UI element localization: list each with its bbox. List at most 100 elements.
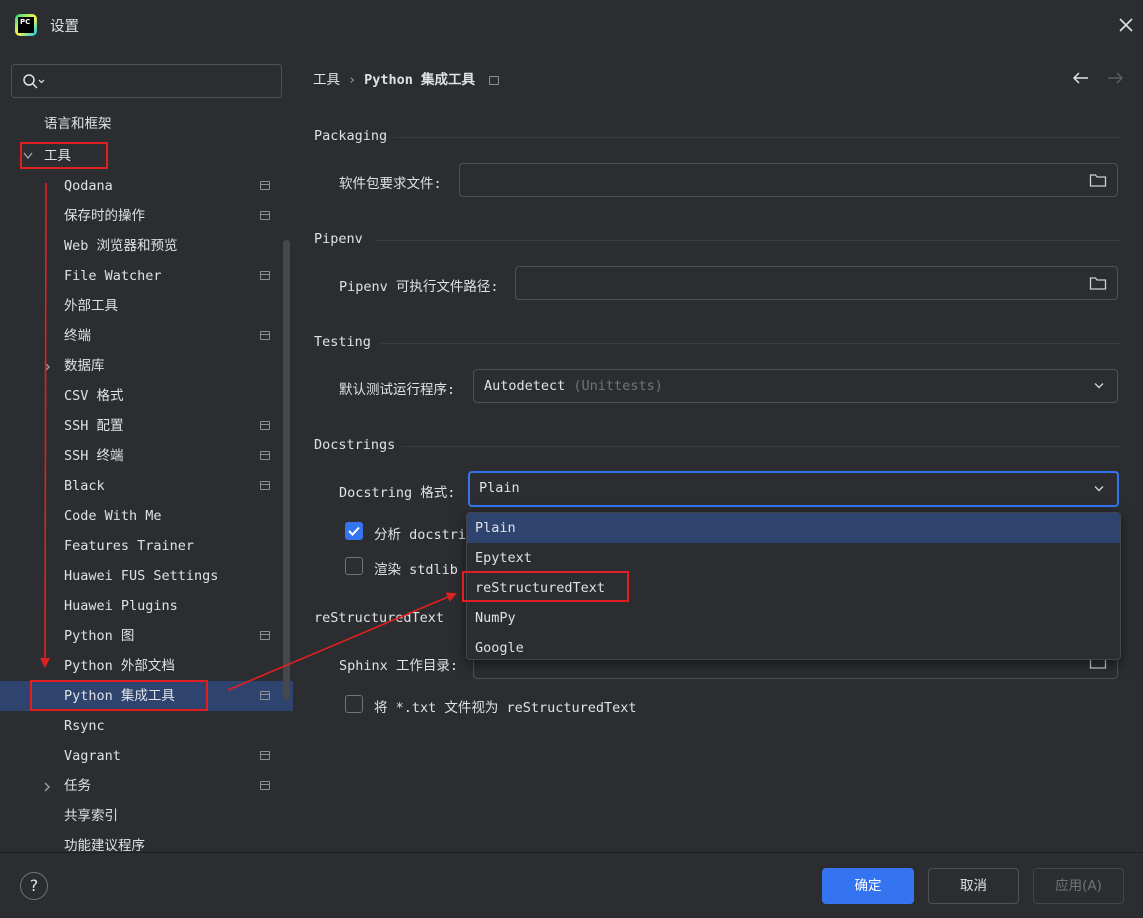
sidebar-item-external-tools[interactable]: 外部工具 (0, 291, 293, 321)
breadcrumb-current: Python 集成工具 (364, 72, 476, 88)
project-level-icon (260, 211, 270, 220)
sidebar-item-label: Huawei Plugins (64, 598, 178, 614)
sidebar-item-qodana[interactable]: Qodana (0, 171, 293, 201)
test-runner-value: Autodetect (484, 378, 566, 394)
sidebar-item-python-diagrams[interactable]: Python 图 (0, 621, 293, 651)
dropdown-option-numpy[interactable]: NumPy (467, 603, 1120, 633)
sidebar-item-database[interactable]: 数据库 (0, 351, 293, 381)
section-divider (376, 240, 1121, 241)
treat-txt-checkbox[interactable] (345, 695, 363, 713)
project-level-icon (260, 421, 270, 430)
section-docstrings: Docstrings (314, 437, 396, 453)
docstring-format-dropdown: Plain Epytext reStructuredText NumPy Goo… (466, 512, 1121, 660)
dropdown-option-restructuredtext[interactable]: reStructuredText (467, 573, 1120, 603)
chevron-down-icon (1094, 486, 1104, 492)
requirements-file-input[interactable] (459, 163, 1118, 197)
sidebar-item-label: Qodana (64, 178, 113, 194)
test-runner-label: 默认测试运行程序: (339, 382, 456, 398)
sidebar-item-web-browsers[interactable]: Web 浏览器和预览 (0, 231, 293, 261)
render-stdlib-label: 渲染 stdlib (374, 562, 458, 578)
sidebar-item-label: 终端 (64, 328, 91, 344)
dialog-footer: ? 确定 取消 应用(A) (0, 852, 1143, 918)
project-level-icon (260, 451, 270, 460)
cancel-button[interactable]: 取消 (928, 868, 1019, 904)
sidebar-item-rsync[interactable]: Rsync (0, 711, 293, 741)
search-icon (23, 74, 45, 89)
analyze-docstrings-checkbox[interactable] (345, 522, 363, 540)
sidebar-item-label: Code With Me (64, 508, 162, 524)
project-level-icon (260, 481, 270, 490)
sidebar-item-ssh-config[interactable]: SSH 配置 (0, 411, 293, 441)
sidebar-item-huawei-fus[interactable]: Huawei FUS Settings (0, 561, 293, 591)
sidebar-item-tools[interactable]: 工具 (0, 141, 293, 171)
sidebar-item-python-external-docs[interactable]: Python 外部文档 (0, 651, 293, 681)
ok-button[interactable]: 确定 (822, 868, 914, 904)
apply-button[interactable]: 应用(A) (1033, 868, 1124, 904)
section-testing: Testing (314, 334, 371, 350)
checkmark-icon (348, 526, 360, 536)
test-runner-hint: (Unittests) (573, 378, 663, 394)
pipenv-path-label: Pipenv 可执行文件路径: (339, 279, 499, 295)
chevron-right-icon[interactable] (42, 781, 52, 793)
project-level-icon (260, 781, 270, 790)
sidebar-item-label: 保存时的操作 (64, 208, 145, 224)
search-input[interactable] (11, 64, 282, 98)
sidebar-item-ssh-terminal[interactable]: SSH 终端 (0, 441, 293, 471)
sidebar-item-label: Python 集成工具 (64, 688, 175, 704)
pipenv-path-input[interactable] (515, 266, 1118, 300)
sidebar-item-huawei-plugins[interactable]: Huawei Plugins (0, 591, 293, 621)
project-level-icon (260, 751, 270, 760)
sidebar-item-features-trainer[interactable]: Features Trainer (0, 531, 293, 561)
sidebar-item-terminal[interactable]: 终端 (0, 321, 293, 351)
pycharm-logo-icon (15, 14, 37, 36)
breadcrumb-parent[interactable]: 工具 (313, 72, 340, 88)
back-arrow-icon[interactable] (1071, 70, 1091, 86)
section-divider (381, 343, 1121, 344)
project-level-icon (489, 76, 500, 85)
sidebar-item-tasks[interactable]: 任务 (0, 771, 293, 801)
sidebar-item-file-watcher[interactable]: File Watcher (0, 261, 293, 291)
folder-icon[interactable] (1089, 172, 1107, 188)
help-button[interactable]: ? (20, 872, 48, 900)
sidebar-item-label: 任务 (64, 778, 91, 794)
sidebar-item-label: Web 浏览器和预览 (64, 238, 178, 254)
docstring-format-select[interactable]: Plain (468, 471, 1119, 507)
project-level-icon (260, 691, 270, 700)
breadcrumb-separator: › (348, 72, 357, 88)
breadcrumb: 工具 › Python 集成工具 (313, 68, 500, 88)
forward-arrow-icon[interactable] (1105, 70, 1125, 86)
chevron-right-icon[interactable] (42, 361, 52, 373)
sidebar-item-code-with-me[interactable]: Code With Me (0, 501, 293, 531)
folder-icon[interactable] (1089, 275, 1107, 291)
sidebar-item-label: File Watcher (64, 268, 162, 284)
sidebar-item-vagrant[interactable]: Vagrant (0, 741, 293, 771)
sidebar-scrollbar[interactable] (283, 240, 290, 700)
sidebar-item-csv[interactable]: CSV 格式 (0, 381, 293, 411)
requirements-label: 软件包要求文件: (339, 176, 442, 192)
project-level-icon (260, 181, 270, 190)
dropdown-option-google[interactable]: Google (467, 633, 1120, 663)
sidebar-item-python-integrated-tools[interactable]: Python 集成工具 (0, 681, 293, 711)
close-icon[interactable] (1116, 15, 1136, 35)
section-divider (401, 446, 1121, 447)
dropdown-option-epytext[interactable]: Epytext (467, 543, 1120, 573)
sidebar-item-languages[interactable]: 语言和框架 (0, 109, 293, 139)
sphinx-dir-label: Sphinx 工作目录: (339, 658, 459, 674)
project-level-icon (260, 631, 270, 640)
test-runner-select[interactable]: Autodetect (Unittests) (473, 369, 1118, 403)
dropdown-option-plain[interactable]: Plain (467, 513, 1120, 543)
sidebar-item-shared-indexes[interactable]: 共享索引 (0, 801, 293, 831)
analyze-docstrings-label: 分析 docstri (374, 527, 467, 543)
sidebar-item-black[interactable]: Black (0, 471, 293, 501)
chevron-down-icon[interactable] (22, 151, 34, 161)
sidebar-item-label: 外部工具 (64, 298, 118, 314)
section-packaging: Packaging (314, 128, 388, 144)
window-title: 设置 (50, 19, 79, 35)
project-level-icon (260, 331, 270, 340)
chevron-down-icon (1094, 383, 1104, 389)
sidebar-item-label: Rsync (64, 718, 105, 734)
settings-sidebar: 语言和框架 工具 Qodana 保存时的操作 Web 浏览器和预览 File W… (0, 50, 293, 854)
render-stdlib-checkbox[interactable] (345, 557, 363, 575)
settings-content: 工具 › Python 集成工具 Packaging 软件包要求文件: Pipenv… (293, 50, 1143, 852)
sidebar-item-actions-on-save[interactable]: 保存时的操作 (0, 201, 293, 231)
